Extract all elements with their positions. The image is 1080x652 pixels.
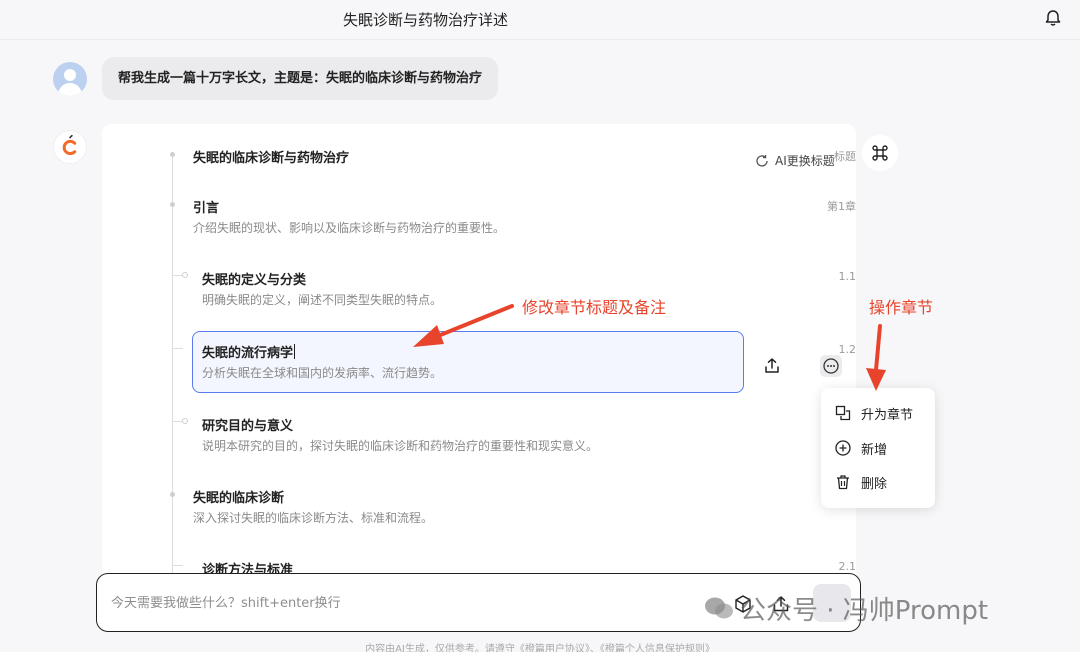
wechat-icon bbox=[705, 597, 733, 619]
disclaimer-footer: 内容由AI生成，仅供参考。请遵守《橙篇用户协议》、《橙篇个人信息保护规则》 bbox=[365, 644, 715, 652]
edit-hint-annotation: 修改章节标题及备注 bbox=[522, 298, 667, 317]
chat-input[interactable] bbox=[111, 592, 651, 614]
annotation-arrows bbox=[413, 304, 886, 391]
menu-hint-annotation: 操作章节 bbox=[869, 298, 934, 317]
watermark: 公众号 · 冯帅Prompt bbox=[704, 590, 988, 626]
